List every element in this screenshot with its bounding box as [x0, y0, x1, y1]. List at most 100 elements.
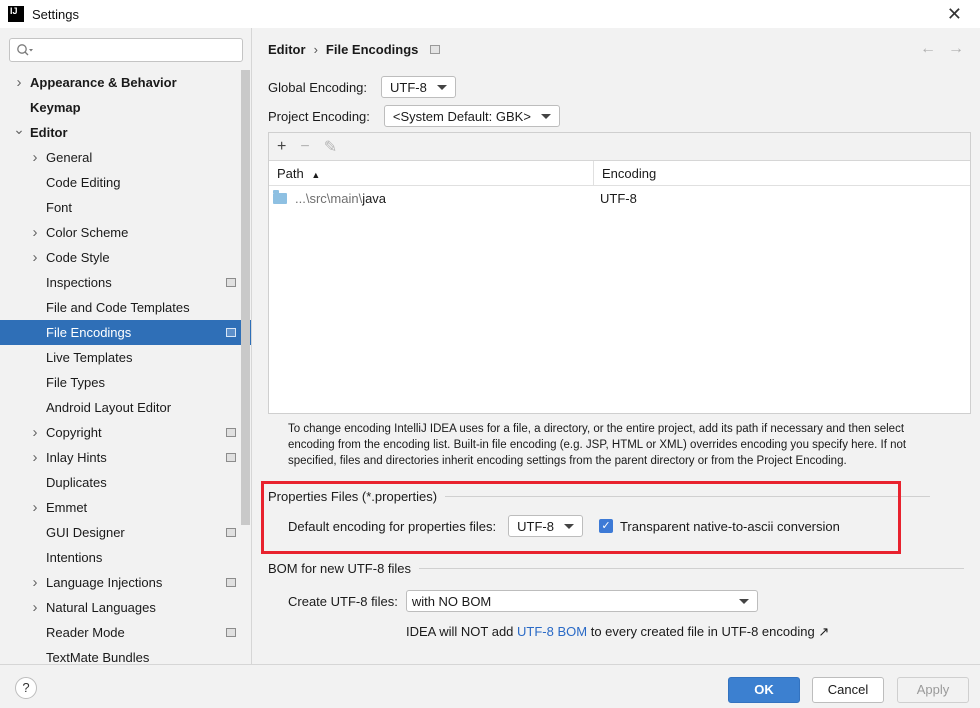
encoding-cell[interactable]: UTF-8: [594, 191, 637, 206]
title-bar: IJ Settings ✕: [0, 0, 980, 28]
properties-encoding-select[interactable]: UTF-8: [508, 515, 583, 537]
project-scope-icon: [226, 628, 236, 637]
remove-icon[interactable]: −: [300, 138, 309, 156]
search-icon: [17, 44, 33, 56]
global-encoding-row: Global Encoding: UTF-8: [268, 76, 456, 98]
sidebar-item-live-templates[interactable]: Live Templates: [0, 345, 251, 370]
chevron-right-icon[interactable]: ›: [29, 570, 41, 595]
sidebar-item-file-types[interactable]: File Types: [0, 370, 251, 395]
ok-button[interactable]: OK: [728, 677, 800, 703]
properties-default-label: Default encoding for properties files:: [288, 518, 497, 534]
project-encoding-select[interactable]: <System Default: GBK>: [383, 105, 560, 127]
sidebar-scrollbar[interactable]: [241, 70, 250, 525]
chevron-right-icon[interactable]: ›: [29, 245, 41, 270]
sidebar-item-code-editing[interactable]: Code Editing: [0, 170, 251, 195]
help-button[interactable]: ?: [15, 677, 37, 699]
path-prefix: ...\src\main\: [295, 191, 363, 206]
bom-create-select[interactable]: with NO BOM: [405, 590, 758, 612]
chevron-down-icon[interactable]: ⌄: [13, 120, 25, 138]
chevron-right-icon[interactable]: ›: [29, 595, 41, 620]
sidebar-item-label: General: [46, 150, 93, 165]
dialog-footer: ? OK Cancel Apply: [0, 664, 980, 708]
chevron-right-icon[interactable]: ›: [29, 145, 41, 170]
sidebar-item-label: GUI Designer: [46, 525, 125, 540]
sidebar-item-label: Keymap: [30, 100, 81, 115]
sidebar-item-label: Language Injections: [46, 575, 163, 590]
bom-create-label: Create UTF-8 files:: [288, 593, 398, 609]
project-scope-icon: [226, 528, 236, 537]
bom-group-label: BOM for new UTF-8 files: [268, 561, 412, 576]
global-encoding-value: UTF-8: [390, 79, 427, 95]
global-encoding-select[interactable]: UTF-8: [381, 76, 456, 98]
sidebar-item-label: Code Editing: [46, 175, 121, 190]
forward-arrow-icon[interactable]: →: [948, 40, 964, 58]
edit-icon[interactable]: ✎: [324, 137, 337, 157]
back-arrow-icon[interactable]: ←: [920, 40, 936, 58]
folder-icon: [273, 190, 287, 204]
sidebar-item-gui-designer[interactable]: GUI Designer: [0, 520, 251, 545]
properties-encoding-value: UTF-8: [517, 518, 554, 534]
chevron-right-icon[interactable]: ›: [29, 445, 41, 470]
sidebar-item-emmet[interactable]: › Emmet: [0, 495, 251, 520]
sidebar-item-label: File Types: [46, 375, 106, 390]
chevron-right-icon[interactable]: ›: [13, 70, 25, 95]
chevron-down-icon: [563, 523, 574, 529]
encoding-help-text: To change encoding IntelliJ IDEA uses fo…: [288, 423, 907, 467]
sidebar-item-label: Duplicates: [46, 475, 107, 490]
sidebar-item-label: Editor: [30, 125, 68, 140]
sidebar-item-copyright[interactable]: › Copyright: [0, 420, 251, 445]
sidebar-item-label: Intentions: [46, 550, 103, 565]
breadcrumb-separator: ›: [313, 42, 318, 57]
sidebar-item-inlay-hints[interactable]: › Inlay Hints: [0, 445, 251, 470]
sidebar-item-android-layout-editor[interactable]: Android Layout Editor: [0, 395, 251, 420]
sidebar-item-intentions[interactable]: Intentions: [0, 545, 251, 570]
sidebar-item-reader-mode[interactable]: Reader Mode: [0, 620, 251, 645]
group-divider: [419, 568, 965, 569]
breadcrumb-parent[interactable]: Editor: [268, 42, 306, 57]
sidebar-item-editor[interactable]: ⌄ Editor: [0, 120, 251, 145]
column-header-path[interactable]: Path ▲: [269, 161, 594, 185]
search-input[interactable]: [9, 38, 243, 62]
sidebar-item-label: TextMate Bundles: [46, 650, 150, 664]
chevron-right-icon[interactable]: ›: [29, 495, 41, 520]
sidebar-item-file-and-code-templates[interactable]: File and Code Templates: [0, 295, 251, 320]
apply-button[interactable]: Apply: [897, 677, 969, 703]
sidebar-item-code-style[interactable]: › Code Style: [0, 245, 251, 270]
bom-create-value: with NO BOM: [411, 593, 492, 609]
global-encoding-label: Global Encoding:: [268, 79, 368, 95]
sidebar-item-label: Inspections: [46, 275, 112, 290]
sidebar-item-appearance-behavior[interactable]: › Appearance & Behavior: [0, 70, 251, 95]
transparent-conversion-checkbox[interactable]: ✓ Transparent native-to-ascii conversion: [598, 518, 840, 534]
project-scope-icon: [226, 453, 236, 462]
utf8-bom-link[interactable]: UTF-8 BOM: [517, 624, 587, 639]
close-icon[interactable]: ✕: [947, 4, 962, 25]
sidebar-item-file-encodings[interactable]: File Encodings: [0, 320, 251, 345]
group-divider: [445, 496, 931, 497]
sidebar-item-duplicates[interactable]: Duplicates: [0, 470, 251, 495]
sidebar-item-font[interactable]: Font: [0, 195, 251, 220]
sidebar-item-inspections[interactable]: Inspections: [0, 270, 251, 295]
sidebar-item-label: Appearance & Behavior: [30, 75, 177, 90]
project-encoding-row: Project Encoding: <System Default: GBK>: [268, 105, 560, 127]
sidebar-item-keymap[interactable]: Keymap: [0, 95, 251, 120]
settings-tree: › Appearance & Behavior Keymap ⌄ Editor › Gene…: [0, 70, 251, 664]
chevron-right-icon[interactable]: ›: [29, 220, 41, 245]
sidebar-item-textmate-bundles[interactable]: TextMate Bundles: [0, 645, 251, 664]
chevron-right-icon[interactable]: ›: [29, 420, 41, 445]
transparent-conversion-label: Transparent native-to-ascii conversion: [619, 518, 840, 534]
sidebar-item-label: Inlay Hints: [46, 450, 107, 465]
add-icon[interactable]: +: [277, 138, 286, 156]
bom-note-suffix: to every created file in UTF-8 encoding …: [587, 624, 830, 639]
sort-ascending-icon: ▲: [311, 170, 321, 180]
sidebar-item-label: Emmet: [46, 500, 88, 515]
sidebar-item-label: Android Layout Editor: [46, 400, 172, 415]
checkmark-icon[interactable]: ✓: [598, 519, 613, 533]
sidebar-item-language-injections[interactable]: › Language Injections: [0, 570, 251, 595]
sidebar-item-label: Natural Languages: [46, 600, 156, 615]
table-row[interactable]: ...\src\main\ java UTF-8: [269, 186, 970, 211]
column-header-encoding[interactable]: Encoding: [594, 161, 656, 185]
sidebar-item-color-scheme[interactable]: › Color Scheme: [0, 220, 251, 245]
sidebar-item-general[interactable]: › General: [0, 145, 251, 170]
cancel-button[interactable]: Cancel: [812, 677, 884, 703]
sidebar-item-natural-languages[interactable]: › Natural Languages: [0, 595, 251, 620]
